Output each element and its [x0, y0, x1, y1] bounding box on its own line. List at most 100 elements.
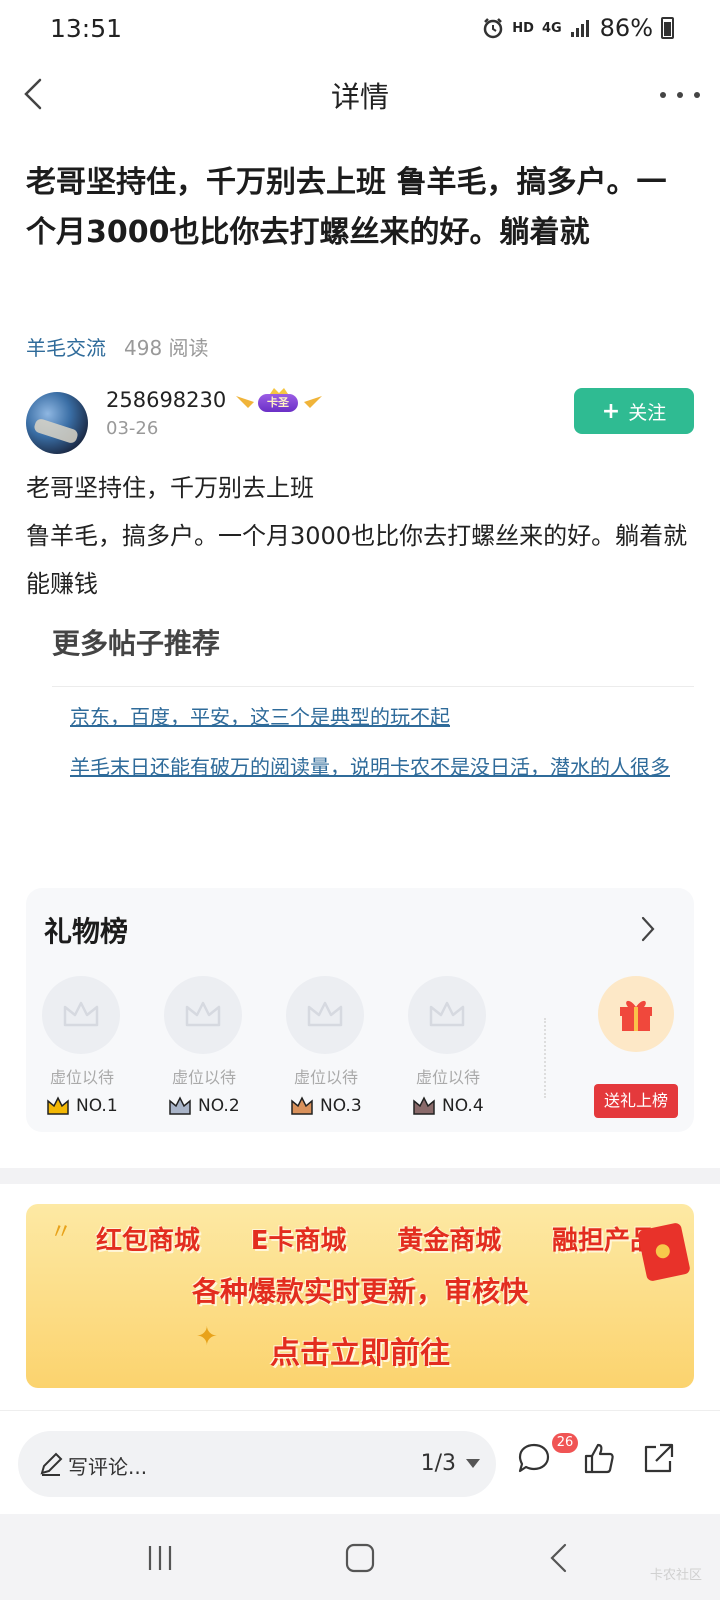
- bottom-action-bar: 写评论... 1/3 26: [0, 1410, 720, 1514]
- crown-outline-icon: [429, 1001, 465, 1027]
- comment-bubble-icon: [518, 1443, 550, 1473]
- home-button[interactable]: [340, 1538, 380, 1578]
- gift-board-more-button[interactable]: [636, 914, 660, 944]
- gift-box-icon: [620, 1000, 652, 1031]
- recent-apps-button[interactable]: [140, 1538, 180, 1578]
- status-bar: 13:51 HD 4G 86%: [0, 0, 720, 60]
- banner-item: 黄金商城: [397, 1226, 502, 1256]
- slot-rank: NO.3: [290, 1096, 380, 1116]
- author-name[interactable]: 258698230: [106, 388, 226, 412]
- gift-board: 礼物榜 虚位以待 NO.1 虚位以待 NO.2 虚位以待 NO.3 虚位以待 N…: [26, 888, 694, 1132]
- battery-percent: 86%: [599, 14, 653, 42]
- empty-slot-circle: [286, 976, 364, 1054]
- share-button[interactable]: [640, 1441, 676, 1477]
- comment-input[interactable]: 写评论... 1/3: [18, 1431, 496, 1497]
- page-indicator-text: 1/3: [420, 1451, 456, 1476]
- chevron-left-icon: [550, 1543, 567, 1573]
- crown-silver-icon: [169, 1096, 191, 1115]
- more-dot-icon: [660, 92, 666, 98]
- network-indicator: 4G: [541, 20, 562, 36]
- banner-item: 红包商城: [96, 1226, 201, 1256]
- recommend-link[interactable]: 京东，百度，平安，这三个是典型的玩不起: [70, 692, 674, 742]
- gift-slot[interactable]: 虚位以待 NO.2: [164, 976, 244, 1116]
- system-back-button[interactable]: [540, 1538, 580, 1578]
- badge-label: 卡圣: [258, 394, 298, 412]
- chevron-right-icon: [641, 916, 655, 942]
- slot-placeholder: 虚位以待: [293, 1068, 358, 1087]
- more-dot-icon: [694, 92, 700, 98]
- caret-down-icon: [466, 1459, 480, 1468]
- crown-outline-icon: [185, 1001, 221, 1027]
- category-link[interactable]: 羊毛交流: [26, 332, 106, 361]
- post-date: 03-26: [106, 418, 159, 439]
- read-count: 498 阅读: [124, 336, 209, 360]
- recent-apps-icon: [148, 1546, 172, 1570]
- banner-line-2: 各种爆款实时更新，审核快: [191, 1275, 528, 1308]
- crown-outline-icon: [63, 1001, 99, 1027]
- send-gift-button[interactable]: [598, 976, 674, 1052]
- rank-label: NO.4: [442, 1096, 484, 1116]
- like-button[interactable]: [582, 1441, 618, 1477]
- gift-slot[interactable]: 虚位以待 NO.4: [408, 976, 488, 1116]
- empty-slot-circle: [42, 976, 120, 1054]
- post-body: 老哥坚持住，千万别去上班 鲁羊毛，搞多户。一个月3000也比你去打螺丝来的好。躺…: [26, 464, 694, 608]
- follow-button[interactable]: + 关注: [574, 388, 694, 434]
- share-icon: [644, 1443, 674, 1473]
- recommend-list: 京东，百度，平安，这三个是典型的玩不起 羊毛末日还能有破万的阅读量，说明卡农不是…: [70, 692, 674, 792]
- slot-placeholder: 虚位以待: [171, 1068, 236, 1087]
- post-body-line: 鲁羊毛，搞多户。一个月3000也比你去打螺丝来的好。躺着就能赚钱: [26, 522, 688, 598]
- send-gift-rank-button[interactable]: 送礼上榜: [594, 1084, 678, 1118]
- post-body-line: 老哥坚持住，千万别去上班: [26, 474, 314, 502]
- recommend-title: 更多帖子推荐: [52, 627, 221, 660]
- sparkle-rays-icon: 〃: [50, 1220, 73, 1245]
- page-selector[interactable]: 1/3: [421, 1451, 480, 1476]
- comment-count-badge: 26: [552, 1433, 578, 1453]
- slot-rank: NO.1: [46, 1096, 136, 1116]
- hd-indicator: HD: [512, 20, 534, 36]
- signal-icon: [570, 20, 589, 37]
- rank-label: NO.2: [198, 1096, 240, 1116]
- crown-bronze-icon: [291, 1096, 313, 1115]
- more-options-button[interactable]: [660, 80, 700, 110]
- thumbs-up-icon: [584, 1443, 614, 1474]
- comments-button[interactable]: [516, 1441, 552, 1477]
- slot-placeholder: 虚位以待: [49, 1068, 114, 1087]
- gift-slot[interactable]: 虚位以待 NO.3: [286, 976, 366, 1116]
- slot-rank: NO.2: [168, 1096, 258, 1116]
- divider: [52, 686, 694, 687]
- status-time: 13:51: [50, 14, 123, 43]
- empty-slot-circle: [408, 976, 486, 1054]
- rank-label: NO.3: [320, 1096, 362, 1116]
- status-icons: HD 4G 86%: [482, 14, 674, 42]
- author-row: 258698230 卡圣 03-26 + 关注: [26, 388, 694, 454]
- home-icon: [345, 1543, 375, 1573]
- slot-placeholder: 虚位以待: [415, 1068, 480, 1087]
- gift-board-title: 礼物榜: [44, 915, 129, 948]
- system-nav-bar: 卡农社区: [0, 1514, 720, 1600]
- post-title: 老哥坚持住，千万别去上班 鲁羊毛，搞多户。一个月3000也比你去打螺丝来的好。躺…: [26, 165, 667, 250]
- promo-banner[interactable]: 〃 红包商城 E卡商城 黄金商城 融担产品 各种爆款实时更新，审核快 ✦ 点击立…: [26, 1204, 694, 1388]
- empty-slot-circle: [164, 976, 242, 1054]
- recommend-link[interactable]: 羊毛末日还能有破万的阅读量，说明卡农不是没日活，潜水的人很多: [70, 742, 674, 792]
- banner-line-1: 红包商城 E卡商城 黄金商城 融担产品: [96, 1220, 656, 1257]
- avatar[interactable]: [26, 392, 88, 454]
- section-separator: [0, 1168, 720, 1184]
- page-title: 详情: [330, 80, 389, 114]
- nav-header: 详情: [0, 60, 720, 126]
- user-level-badge: 卡圣: [234, 388, 324, 418]
- post-meta: 羊毛交流 498 阅读: [26, 332, 209, 361]
- red-envelope-icon: [637, 1221, 691, 1283]
- crown-outline-icon: [307, 1001, 343, 1027]
- pencil-icon: [40, 1452, 63, 1476]
- gift-slot[interactable]: 虚位以待 NO.1: [42, 976, 122, 1116]
- battery-icon: [661, 17, 674, 39]
- alarm-icon: [484, 18, 503, 39]
- banner-item: E卡商城: [250, 1226, 347, 1256]
- watermark: 卡农社区: [649, 1568, 702, 1583]
- rank-label: NO.1: [76, 1096, 118, 1116]
- slot-rank: NO.4: [412, 1096, 502, 1116]
- follow-label: 关注: [628, 401, 667, 424]
- crown-gold-icon: [47, 1096, 69, 1115]
- banner-cta: 点击立即前往: [270, 1336, 450, 1371]
- plus-icon: +: [601, 398, 621, 424]
